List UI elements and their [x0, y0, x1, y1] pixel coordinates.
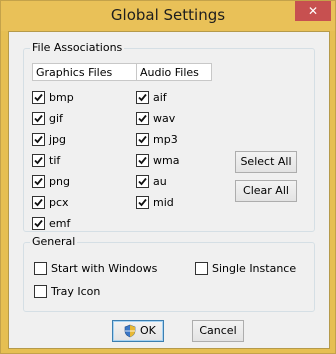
audio-file-label: wav [153, 112, 176, 125]
start-with-windows-option[interactable]: Start with Windows [34, 262, 174, 276]
graphics-file-item[interactable]: gif [32, 112, 102, 126]
graphics-files-list[interactable]: Graphics Files bmp gif jpg tif png pcx emf [32, 63, 138, 231]
shield-icon [123, 324, 137, 338]
graphics-file-checkbox[interactable] [32, 196, 45, 209]
file-associations-group: File Associations Graphics Files bmp gif j… [23, 41, 315, 232]
window-title: Global Settings [110, 6, 226, 24]
audio-file-checkbox[interactable] [136, 91, 149, 104]
graphics-file-item[interactable]: bmp [32, 91, 102, 105]
select-all-button[interactable]: Select All [235, 151, 297, 173]
audio-file-label: aif [153, 91, 167, 104]
ok-button[interactable]: OK [112, 320, 164, 342]
graphics-file-checkbox[interactable] [32, 133, 45, 146]
graphics-file-label: jpg [49, 133, 67, 146]
tray-icon-checkbox[interactable] [34, 285, 47, 298]
single-instance-checkbox[interactable] [195, 262, 208, 275]
graphics-file-item[interactable]: pcx [32, 196, 102, 210]
graphics-file-checkbox[interactable] [32, 175, 45, 188]
title-bar[interactable]: Global Settings ✕ [1, 1, 335, 31]
cancel-button[interactable]: Cancel [192, 320, 244, 342]
audio-file-label: mid [153, 196, 174, 209]
graphics-file-label: bmp [49, 91, 74, 104]
audio-file-checkbox[interactable] [136, 196, 149, 209]
graphics-file-checkbox[interactable] [32, 91, 45, 104]
audio-file-item[interactable]: au [136, 175, 206, 189]
start-with-windows-checkbox[interactable] [34, 262, 47, 275]
audio-files-header[interactable]: Audio Files [136, 63, 212, 81]
close-icon: ✕ [307, 4, 319, 18]
audio-file-item[interactable]: mid [136, 196, 206, 210]
audio-file-label: au [153, 175, 167, 188]
graphics-files-header[interactable]: Graphics Files [32, 63, 138, 81]
graphics-file-label: pcx [49, 196, 69, 209]
graphics-file-item[interactable]: tif [32, 154, 102, 168]
single-instance-label: Single Instance [212, 262, 297, 275]
file-associations-title: File Associations [30, 41, 125, 54]
graphics-file-checkbox[interactable] [32, 154, 45, 167]
audio-file-item[interactable]: mp3 [136, 133, 206, 147]
graphics-file-checkbox[interactable] [32, 217, 45, 230]
audio-files-list[interactable]: Audio Files aif wav mp3 wma au mid [136, 63, 212, 228]
audio-file-item[interactable]: aif [136, 91, 206, 105]
audio-file-label: wma [153, 154, 180, 167]
ok-label: OK [140, 324, 156, 337]
graphics-file-item[interactable]: png [32, 175, 102, 189]
graphics-file-label: png [49, 175, 70, 188]
graphics-file-item[interactable]: jpg [32, 133, 102, 147]
tray-icon-option[interactable]: Tray Icon [34, 285, 134, 299]
general-title: General [30, 235, 78, 248]
settings-window: Global Settings ✕ File Associations Grap… [0, 0, 336, 354]
start-with-windows-label: Start with Windows [51, 262, 158, 275]
audio-file-checkbox[interactable] [136, 154, 149, 167]
graphics-file-label: tif [49, 154, 61, 167]
clear-all-button[interactable]: Clear All [235, 180, 297, 202]
graphics-file-item[interactable]: emf [32, 217, 102, 231]
audio-file-label: mp3 [153, 133, 178, 146]
single-instance-option[interactable]: Single Instance [195, 262, 305, 276]
audio-file-checkbox[interactable] [136, 133, 149, 146]
audio-file-item[interactable]: wav [136, 112, 206, 126]
dialog-body: File Associations Graphics Files bmp gif j… [8, 31, 330, 349]
graphics-file-label: gif [49, 112, 63, 125]
graphics-file-label: emf [49, 217, 71, 230]
audio-file-checkbox[interactable] [136, 112, 149, 125]
audio-file-checkbox[interactable] [136, 175, 149, 188]
audio-file-item[interactable]: wma [136, 154, 206, 168]
general-group: General Start with Windows Single Instan… [23, 235, 315, 312]
graphics-file-checkbox[interactable] [32, 112, 45, 125]
close-button[interactable]: ✕ [295, 1, 331, 21]
tray-icon-label: Tray Icon [51, 285, 101, 298]
